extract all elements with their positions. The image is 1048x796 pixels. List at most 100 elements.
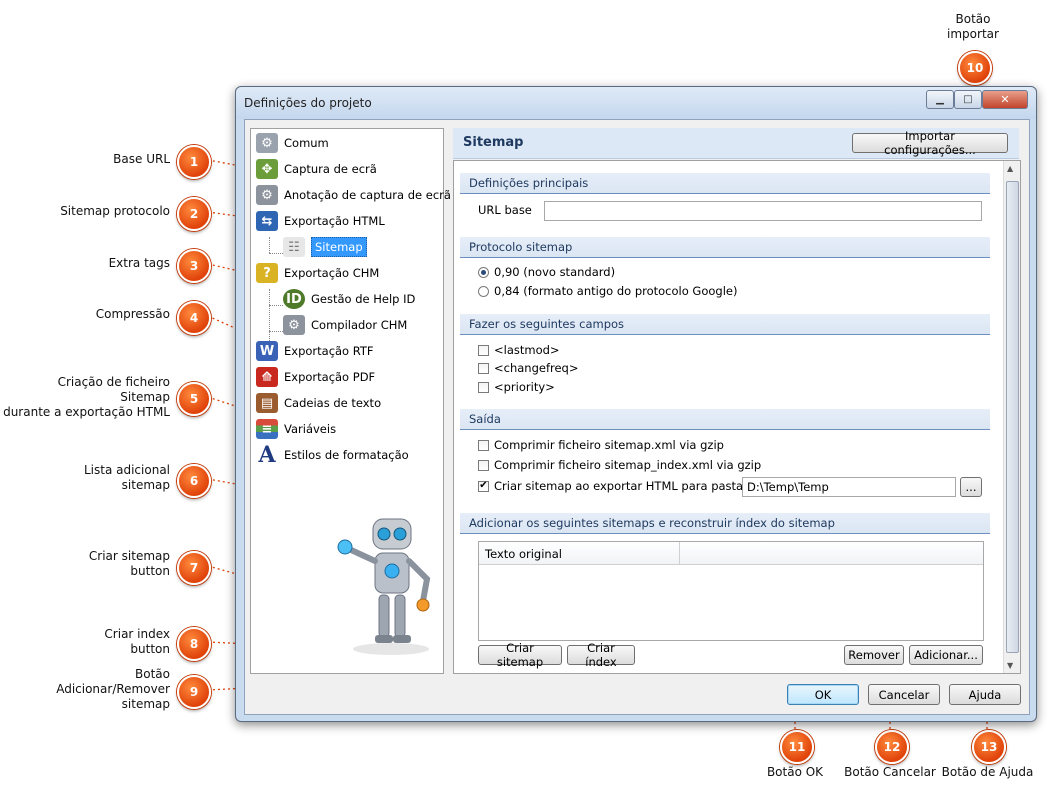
html-export-icon: ⇆ bbox=[256, 211, 278, 231]
checkbox[interactable] bbox=[478, 381, 489, 393]
add-sitemap-button[interactable]: Adicionar... bbox=[909, 645, 983, 665]
tree-item-comum[interactable]: ⚙ Comum bbox=[256, 132, 329, 154]
additional-sitemaps-list[interactable]: Texto original bbox=[478, 541, 984, 641]
import-settings-button[interactable]: Importar configurações... bbox=[852, 129, 1008, 157]
callout-label-10: Botão importar bbox=[940, 12, 1006, 42]
browse-folder-button[interactable]: ... bbox=[960, 477, 982, 497]
tree-item-label: Gestão de Help ID bbox=[311, 292, 416, 306]
tree-line bbox=[269, 253, 283, 254]
option-label: 0,84 (formato antigo do protocolo Google… bbox=[494, 284, 738, 298]
protocol-option-084[interactable]: 0,84 (formato antigo do protocolo Google… bbox=[478, 284, 737, 298]
callout-badge-7: 7 bbox=[177, 551, 211, 585]
cancel-button[interactable]: Cancelar bbox=[868, 684, 940, 705]
callout-badge-5: 5 bbox=[177, 382, 211, 416]
radio-button-selected[interactable] bbox=[478, 266, 489, 278]
grid-column-divider bbox=[679, 542, 680, 564]
tree-item-chm[interactable]: ? Exportação CHM bbox=[256, 262, 379, 284]
tree-item-html[interactable]: ⇆ Exportação HTML bbox=[256, 210, 385, 232]
tree-item-label: Comum bbox=[284, 136, 329, 150]
grid-header: Texto original bbox=[479, 542, 983, 565]
callout-label-11: Botão OK bbox=[766, 765, 824, 779]
base-url-row: URL base bbox=[478, 203, 532, 217]
grid-header-original-text[interactable]: Texto original bbox=[485, 547, 562, 561]
callout-label-13: Botão de Ajuda bbox=[941, 765, 1034, 779]
tree-item-sitemap[interactable]: ☷ Sitemap bbox=[283, 236, 367, 258]
field-changefreq[interactable]: <changefreq> bbox=[478, 361, 579, 375]
tree-item-help-id[interactable]: ID Gestão de Help ID bbox=[283, 288, 415, 310]
callout-label-7: Criar sitemap button bbox=[89, 549, 170, 579]
project-settings-window: Definições do projeto ▁ □ ✕ ⚙ Comum ✥ Capt… bbox=[235, 86, 1037, 722]
tree-item-captura[interactable]: ✥ Captura de ecrã bbox=[256, 158, 377, 180]
callout-label-8-text: Criar index button bbox=[104, 627, 170, 656]
screen-capture-icon: ✥ bbox=[256, 159, 278, 179]
callout-label-3: Extra tags bbox=[108, 256, 170, 270]
tree-item-label: Exportação CHM bbox=[284, 266, 380, 280]
panel-scrollbar[interactable]: ▲ ▼ bbox=[1003, 161, 1020, 673]
ok-button[interactable]: OK bbox=[787, 684, 859, 705]
tree-item-pdf[interactable]: ⟰ Exportação PDF bbox=[256, 366, 375, 388]
output-gzip-index[interactable]: Comprimir ficheiro sitemap_index.xml via… bbox=[478, 458, 761, 472]
output-gzip-sitemap[interactable]: Comprimir ficheiro sitemap.xml via gzip bbox=[478, 438, 724, 452]
tree-item-compilador[interactable]: ⚙ Compilador CHM bbox=[283, 314, 407, 336]
callout-badge-10: 10 bbox=[958, 51, 992, 85]
callout-label-6: Lista adicional sitemap bbox=[84, 463, 170, 493]
text-strings-icon: ▤ bbox=[256, 393, 278, 413]
close-button[interactable]: ✕ bbox=[982, 90, 1028, 109]
export-folder-input[interactable]: D:\Temp\Temp bbox=[742, 477, 956, 497]
tree-item-label: Cadeias de texto bbox=[284, 396, 382, 410]
callout-badge-1: 1 bbox=[177, 145, 211, 179]
protocol-option-090[interactable]: 0,90 (novo standard) bbox=[478, 265, 615, 279]
tree-item-label: Captura de ecrã bbox=[284, 162, 377, 176]
output-create-on-export[interactable]: ✔ Criar sitemap ao exportar HTML para pas… bbox=[478, 479, 743, 493]
maximize-button[interactable]: □ bbox=[954, 90, 982, 109]
panel-header: Sitemap Importar configurações... bbox=[453, 128, 1019, 159]
option-label: Comprimir ficheiro sitemap.xml via gzip bbox=[494, 438, 724, 452]
base-url-input[interactable] bbox=[544, 201, 982, 221]
field-lastmod[interactable]: <lastmod> bbox=[478, 343, 560, 357]
section-title: Adicionar os seguintes sitemaps e recons… bbox=[469, 516, 835, 530]
checkbox-checked[interactable]: ✔ bbox=[478, 480, 489, 492]
tree-item-label: Anotação de captura de ecrã bbox=[284, 188, 451, 202]
option-label: 0,90 (novo standard) bbox=[494, 265, 616, 279]
checkbox[interactable] bbox=[478, 459, 489, 471]
section-protocol: Protocolo sitemap bbox=[460, 237, 990, 258]
remove-sitemap-button[interactable]: Remover bbox=[844, 645, 904, 665]
checkbox[interactable] bbox=[478, 439, 489, 451]
panel-title: Sitemap bbox=[463, 135, 524, 150]
tree-item-anotacao[interactable]: ⚙ Anotação de captura de ecrã bbox=[256, 184, 451, 206]
annotation-icon: ⚙ bbox=[256, 185, 278, 205]
scrollbar-thumb[interactable] bbox=[1006, 181, 1019, 653]
checkbox[interactable] bbox=[478, 362, 489, 374]
create-index-button[interactable]: Criar índex bbox=[567, 641, 635, 669]
scroll-down-arrow-icon[interactable]: ▼ bbox=[1007, 661, 1013, 670]
tree-item-label: Exportação RTF bbox=[284, 344, 374, 358]
callout-badge-12: 12 bbox=[875, 730, 909, 764]
callout-label-7-text: Criar sitemap button bbox=[88, 549, 170, 578]
robot-mascot-illustration bbox=[337, 518, 431, 655]
field-priority[interactable]: <priority> bbox=[478, 380, 555, 394]
tree-item-variaveis[interactable]: ≡ Variáveis bbox=[256, 418, 336, 440]
styles-icon: A bbox=[258, 442, 276, 468]
tree-item-estilos[interactable]: A Estilos de formatação bbox=[256, 442, 408, 468]
checkbox[interactable] bbox=[478, 344, 489, 356]
option-label: <changefreq> bbox=[494, 361, 579, 375]
create-sitemap-button[interactable]: Criar sitemap bbox=[478, 641, 562, 669]
help-button[interactable]: Ajuda bbox=[949, 684, 1021, 705]
compiler-icon: ⚙ bbox=[283, 315, 305, 335]
section-additional-sitemaps: Adicionar os seguintes sitemaps e recons… bbox=[460, 513, 990, 534]
help-id-icon: ID bbox=[283, 289, 305, 309]
tree-item-cadeias[interactable]: ▤ Cadeias de texto bbox=[256, 392, 381, 414]
tree-item-label: Exportação PDF bbox=[284, 370, 376, 384]
callout-badge-8: 8 bbox=[177, 627, 211, 661]
window-titlebar[interactable]: Definições do projeto ▁ □ ✕ bbox=[236, 87, 1036, 119]
base-url-label: URL base bbox=[478, 203, 532, 217]
section-output: Saída bbox=[460, 409, 990, 430]
radio-button[interactable] bbox=[478, 285, 489, 297]
minimize-button[interactable]: ▁ bbox=[926, 90, 954, 109]
tree-item-rtf[interactable]: W Exportação RTF bbox=[256, 340, 374, 362]
callout-label-12: Botão Cancelar bbox=[844, 765, 936, 779]
scroll-up-arrow-icon[interactable]: ▲ bbox=[1007, 164, 1013, 173]
dialog-client-area: ⚙ Comum ✥ Captura de ecrã ⚙ Anotação de cap… bbox=[244, 119, 1030, 715]
callout-label-5: Criação de ficheiro Sitemap durante a expo… bbox=[3, 375, 170, 420]
callout-badge-2: 2 bbox=[177, 197, 211, 231]
